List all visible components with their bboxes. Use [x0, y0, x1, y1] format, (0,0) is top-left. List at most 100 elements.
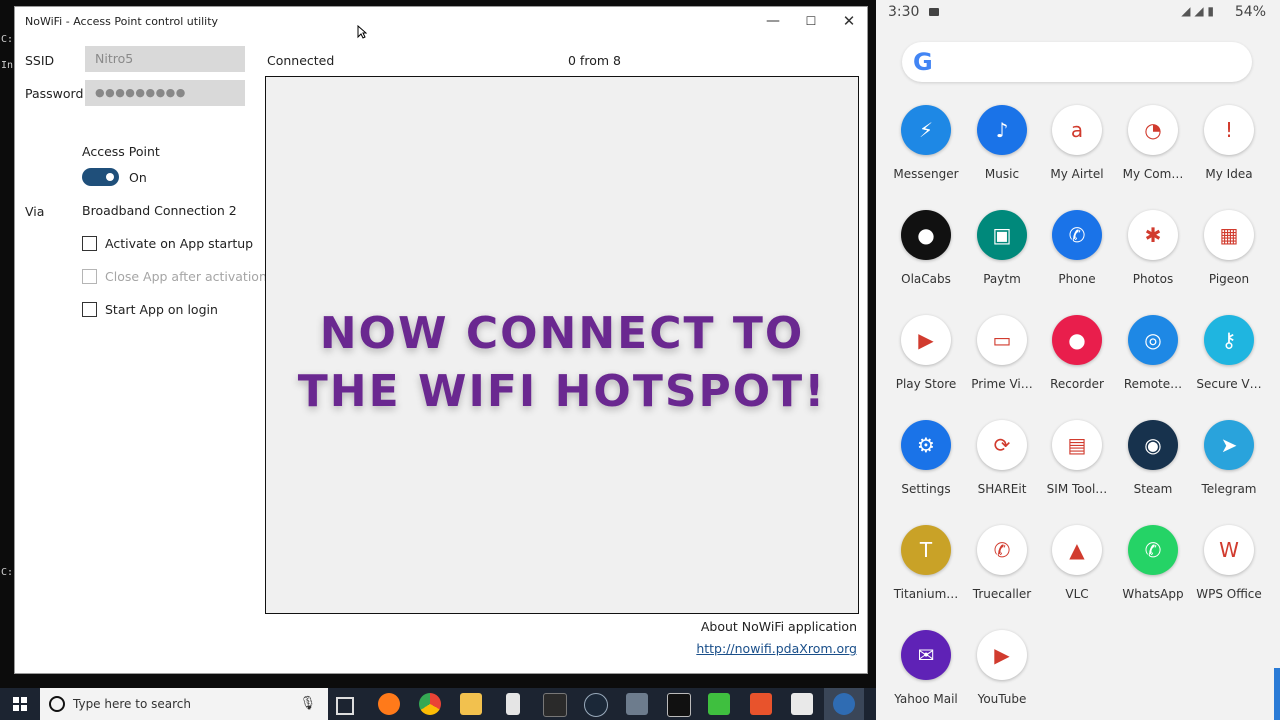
- activate-on-startup-label: Activate on App startup: [105, 236, 254, 251]
- app-label: YouTube: [977, 692, 1027, 706]
- app-vlc[interactable]: ▲ VLC: [1039, 525, 1115, 601]
- app-pigeon[interactable]: ▦ Pigeon: [1191, 210, 1267, 286]
- app-label: OlaCabs: [901, 272, 951, 286]
- app-label: Secure V…: [1196, 377, 1262, 391]
- app-my-idea[interactable]: ! My Idea: [1191, 105, 1267, 181]
- app-icon: T: [901, 525, 951, 575]
- app-remote[interactable]: ◎ Remote…: [1115, 315, 1191, 391]
- app-settings[interactable]: ⚙ Settings: [888, 420, 964, 496]
- app-icon: !: [1204, 105, 1254, 155]
- status-time: 3:30: [888, 4, 920, 20]
- app-shareit[interactable]: ⟳ SHAREit: [964, 420, 1040, 496]
- password-input[interactable]: ●●●●●●●●●: [85, 80, 245, 106]
- app-music[interactable]: ♪ Music: [964, 105, 1040, 181]
- minimize-button[interactable]: —: [755, 10, 791, 32]
- app-icon: ▶: [977, 630, 1027, 680]
- app-wps-office[interactable]: W WPS Office: [1191, 525, 1267, 601]
- app-icon: ✱: [1128, 210, 1178, 260]
- terminal-icon[interactable]: [667, 693, 691, 717]
- app-label: Prime Vi…: [971, 377, 1033, 391]
- camtasia-icon[interactable]: [708, 693, 730, 715]
- console-line: In: [1, 60, 14, 71]
- app-label: Pigeon: [1208, 272, 1250, 286]
- console-line: C:: [1, 34, 14, 45]
- app-icon: ◉: [1128, 420, 1178, 470]
- app-youtube[interactable]: ▶ YouTube: [964, 630, 1040, 706]
- app-label: SIM Tool…: [1046, 482, 1108, 496]
- camtasia-recorder-icon[interactable]: [750, 693, 772, 715]
- app-label: Messenger: [893, 167, 959, 181]
- taskbar: Type here to search 🎙: [0, 688, 876, 720]
- store-icon[interactable]: [791, 693, 813, 715]
- access-point-toggle[interactable]: [82, 168, 119, 186]
- app-steam[interactable]: ◉ Steam: [1115, 420, 1191, 496]
- file-explorer-icon[interactable]: [460, 693, 482, 715]
- app-recorder[interactable]: ● Recorder: [1039, 315, 1115, 391]
- via-label: Via: [25, 204, 45, 219]
- network-icon[interactable]: [626, 693, 648, 715]
- app-messenger[interactable]: ⚡ Messenger: [888, 105, 964, 181]
- app-label: Remote…: [1123, 377, 1183, 391]
- app-label: Titanium…: [893, 587, 959, 601]
- nowifi-taskbar-button[interactable]: [824, 688, 864, 720]
- website-link[interactable]: http://nowifi.pdaXrom.org: [696, 641, 857, 656]
- task-view-icon[interactable]: [336, 697, 354, 715]
- activate-on-startup-checkbox[interactable]: [82, 236, 97, 251]
- app-phone[interactable]: ✆ Phone: [1039, 210, 1115, 286]
- ssid-input[interactable]: Nitro5: [85, 46, 245, 72]
- ssid-label: SSID: [25, 53, 55, 68]
- battery-level: 54%: [1234, 4, 1266, 20]
- app-whatsapp[interactable]: ✆ WhatsApp: [1115, 525, 1191, 601]
- app-icon: ⟳: [977, 420, 1027, 470]
- app-label: Truecaller: [972, 587, 1032, 601]
- app-sim-tool[interactable]: ▤ SIM Tool…: [1039, 420, 1115, 496]
- app-label: Telegram: [1201, 482, 1257, 496]
- close-button[interactable]: ✕: [831, 10, 867, 32]
- app-label: Recorder: [1050, 377, 1104, 391]
- app-label: VLC: [1065, 587, 1089, 601]
- app-label: WPS Office: [1196, 587, 1262, 601]
- firefox-icon[interactable]: [378, 693, 400, 715]
- start-on-login-label: Start App on login: [105, 302, 218, 317]
- app-secure-v[interactable]: ⚷ Secure V…: [1191, 315, 1267, 391]
- microphone-icon[interactable]: 🎙: [299, 696, 316, 711]
- nowifi-window: NoWiFi - Access Point control utility — …: [14, 6, 868, 674]
- app-my-airtel[interactable]: a My Airtel: [1039, 105, 1115, 181]
- start-button[interactable]: [0, 688, 40, 720]
- overlay-line-1: NOW CONNECT TO: [319, 308, 805, 359]
- calculator-icon[interactable]: [506, 693, 520, 715]
- overlay-caption: NOW CONNECT TO THE WIFI HOTSPOT!: [266, 305, 858, 421]
- app-icon: ✆: [1052, 210, 1102, 260]
- app-icon: ➤: [1204, 420, 1254, 470]
- app-telegram[interactable]: ➤ Telegram: [1191, 420, 1267, 496]
- app-icon: ▣: [977, 210, 1027, 260]
- app-play-store[interactable]: ▶ Play Store: [888, 315, 964, 391]
- chrome-icon[interactable]: [419, 693, 441, 715]
- app-truecaller[interactable]: ✆ Truecaller: [964, 525, 1040, 601]
- steam-icon[interactable]: [584, 693, 608, 717]
- app-icon: ▦: [1204, 210, 1254, 260]
- start-on-login-checkbox[interactable]: [82, 302, 97, 317]
- about-link[interactable]: About NoWiFi application: [701, 619, 857, 634]
- app-photos[interactable]: ✱ Photos: [1115, 210, 1191, 286]
- taskbar-search[interactable]: Type here to search 🎙: [40, 688, 328, 720]
- app-paytm[interactable]: ▣ Paytm: [964, 210, 1040, 286]
- title-bar[interactable]: NoWiFi - Access Point control utility — …: [15, 7, 867, 35]
- app-titanium[interactable]: T Titanium…: [888, 525, 964, 601]
- notion-icon[interactable]: [543, 693, 567, 717]
- app-icon: ▲: [1052, 525, 1102, 575]
- app-icon: a: [1052, 105, 1102, 155]
- maximize-button[interactable]: ☐: [793, 10, 829, 32]
- app-yahoo-mail[interactable]: ✉ Yahoo Mail: [888, 630, 964, 706]
- app-icon: ●: [901, 210, 951, 260]
- app-olacabs[interactable]: ● OlaCabs: [888, 210, 964, 286]
- app-icon: ♪: [977, 105, 1027, 155]
- google-search-bar[interactable]: G: [902, 42, 1252, 82]
- close-after-activation-checkbox[interactable]: [82, 269, 97, 284]
- app-icon: ✆: [977, 525, 1027, 575]
- app-icon: ◔: [1128, 105, 1178, 155]
- app-prime-vi[interactable]: ▭ Prime Vi…: [964, 315, 1040, 391]
- nowifi-icon: [833, 693, 855, 715]
- app-drawer-scrollbar[interactable]: [1274, 668, 1280, 720]
- app-my-com[interactable]: ◔ My Com…: [1115, 105, 1191, 181]
